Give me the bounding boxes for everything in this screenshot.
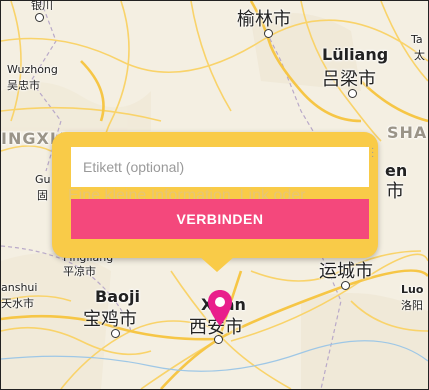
map-label-gu-en: Gu — [35, 173, 51, 186]
map-label-ta-en: Ta — [411, 33, 423, 46]
connect-button[interactable]: VERBINDEN — [71, 199, 369, 239]
city-dot-top-left — [35, 13, 44, 22]
map-label-wuzhong-en: Wuzhong — [7, 63, 58, 76]
map-view[interactable]: 银川 榆林市 Ta 太 Lüliang 吕梁市 Wuzhong 吴忠市 INGX… — [0, 0, 429, 390]
map-label-luo-zh: 洛阳 — [401, 299, 423, 312]
input-menu-icon[interactable]: · · · — [371, 144, 377, 162]
map-label-luo-en: Luo — [401, 283, 424, 296]
map-label-tianshui-en: anshui — [1, 281, 38, 294]
map-pin-icon[interactable] — [207, 289, 233, 327]
city-dot-luliang — [348, 89, 357, 98]
map-label-wuzhong-zh: 吴忠市 — [7, 79, 40, 92]
city-dot-yuncheng — [341, 281, 350, 290]
map-label-baoji-zh: 宝鸡市 — [83, 309, 137, 330]
map-label-ta-zh: 太 — [414, 49, 425, 62]
map-label-luliang-en: Lüliang — [322, 45, 389, 64]
map-label-shanxi: SHA — [387, 123, 428, 142]
map-label-yulin: 榆林市 — [237, 9, 291, 30]
map-label-shi-right: 市 — [386, 181, 404, 202]
map-label-baoji-en: Baoji — [95, 287, 140, 306]
map-label-yuncheng: 运城市 — [319, 261, 373, 282]
city-dot-baoji — [111, 329, 120, 338]
label-input[interactable] — [71, 147, 369, 187]
map-label-pingliang-zh: 平凉市 — [63, 265, 96, 278]
map-label-top-left: 银川 — [31, 0, 53, 12]
city-dot-yulin — [264, 29, 273, 38]
popup-pointer — [199, 256, 235, 272]
map-label-tianshui-zh: 天水市 — [1, 297, 34, 310]
map-label-luliang-zh: 吕梁市 — [322, 69, 376, 90]
map-label-gu-zh: 固 — [37, 189, 48, 202]
city-dot-xian — [214, 335, 223, 344]
